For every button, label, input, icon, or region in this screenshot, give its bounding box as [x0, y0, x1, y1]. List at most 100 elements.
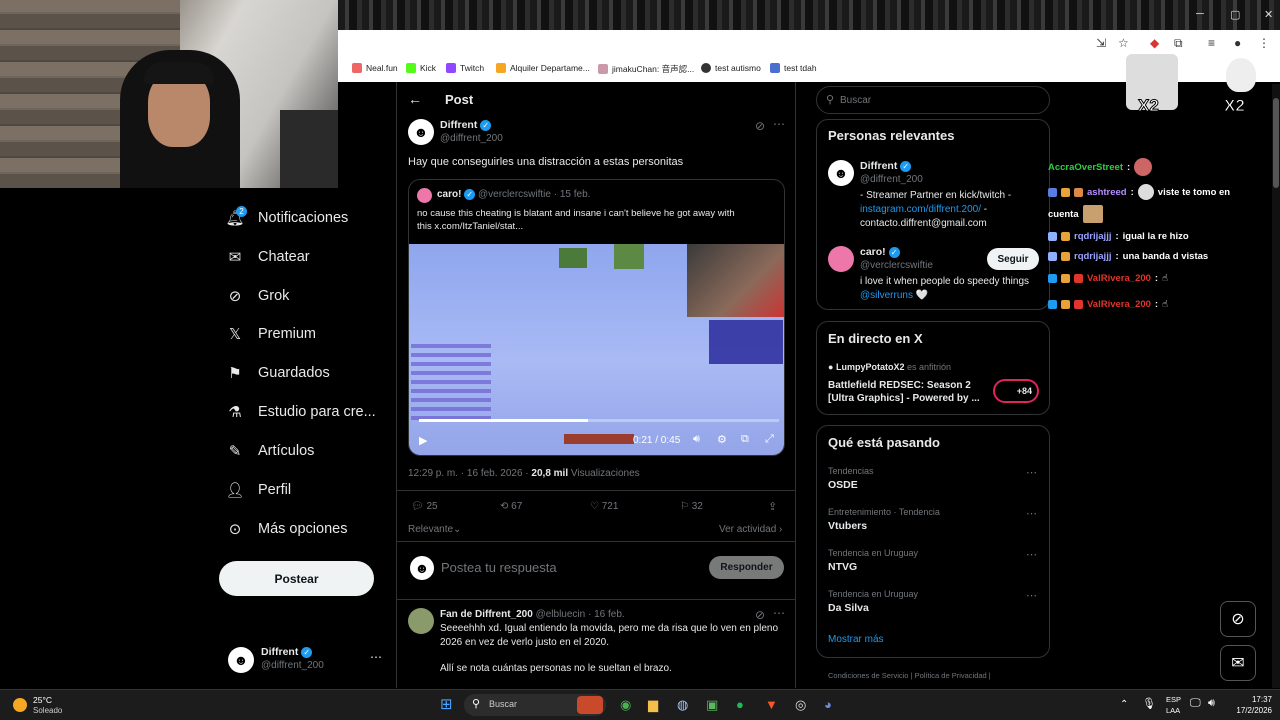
reply-button[interactable]: Responder [709, 556, 784, 579]
pip-icon[interactable]: ⧉ [741, 433, 749, 446]
video-progress[interactable] [419, 419, 779, 422]
follow-button[interactable]: Seguir [987, 248, 1039, 270]
post-author[interactable]: Diffrent [440, 119, 477, 131]
listeners-badge[interactable]: +84 [993, 379, 1039, 403]
bookmark-item[interactable]: test tdah [770, 63, 817, 73]
account-switcher[interactable]: ☻ Diffrent ✓ @diffrent_200 ⋯ [228, 646, 398, 676]
comment-author[interactable]: Fan de Diffrent_200 [440, 609, 533, 620]
avatar[interactable] [828, 246, 854, 272]
discord-icon[interactable]: ◕ [824, 697, 832, 712]
reply-input[interactable]: Postea tu respuesta [441, 560, 557, 575]
avatar[interactable]: ☻ [828, 160, 854, 186]
nav-creator-studio[interactable]: ⚗ Estudio para cre... [226, 400, 375, 424]
view-activity-link[interactable]: Ver actividad › [719, 524, 782, 535]
search-input[interactable]: ⚲ Buscar [816, 86, 1050, 114]
person-name[interactable]: caro! [860, 246, 886, 258]
mention-link[interactable]: @silverruns [860, 290, 913, 301]
messages-floating-button[interactable]: ✉ [1220, 645, 1256, 681]
folder-icon[interactable]: ▆ [648, 697, 658, 713]
weather-desc[interactable]: Soleado [33, 706, 62, 715]
trend-item[interactable]: Tendencia en Uruguay NTVG ⋯ [828, 548, 1040, 578]
avatar[interactable] [408, 608, 434, 634]
nav-premium[interactable]: 𝕏 Premium [226, 322, 316, 346]
more-icon[interactable]: ⋯ [1026, 589, 1037, 602]
post-button[interactable]: Postear [219, 561, 374, 596]
clock-time[interactable]: 17:37 [1232, 695, 1272, 704]
live-title[interactable]: Battlefield REDSEC: Season 2 [828, 380, 971, 391]
chrome-icon[interactable]: ◉ [620, 697, 631, 713]
video-player[interactable]: ▶ 0:21 / 0:45 🔊︎ ⚙ ⧉ ⤢ [409, 244, 784, 455]
menu-icon[interactable]: ⋮ [1258, 36, 1270, 50]
trend-item[interactable]: Tendencia en Uruguay Da Silva ⋯ [828, 589, 1040, 619]
nav-articles[interactable]: ✎ Artículos [226, 439, 315, 463]
more-icon[interactable]: ⋯ [370, 650, 382, 664]
close-icon[interactable]: ✕ [1264, 8, 1273, 21]
nav-grok[interactable]: ⊘ Grok [226, 284, 290, 308]
play-icon[interactable]: ▶ [419, 434, 427, 447]
media-icon[interactable]: ≡ [1208, 36, 1215, 50]
bookmark-item[interactable]: Neal.fun [352, 63, 398, 73]
scrollbar[interactable] [1272, 84, 1280, 688]
sort-dropdown[interactable]: Relevante⌄ [408, 524, 461, 535]
maximize-icon[interactable]: ▢ [1230, 8, 1240, 21]
bookmark-star-icon[interactable]: ☆ [1118, 36, 1129, 50]
post-handle[interactable]: @diffrent_200 [440, 133, 503, 144]
more-icon[interactable]: ⋯ [1026, 466, 1037, 479]
puzzle-icon[interactable]: ⧉ [1174, 36, 1183, 51]
volume-icon[interactable]: 🔊︎ [693, 433, 700, 446]
repost-action[interactable]: ⟲ 67 [500, 501, 522, 512]
grok-icon[interactable]: ⊘ [755, 608, 765, 622]
nav-more[interactable]: ⊙ Más opciones [226, 517, 348, 541]
install-icon[interactable]: ⇲ [1096, 36, 1106, 50]
trend-item[interactable]: Entretenimiento · Tendencia Vtubers ⋯ [828, 507, 1040, 537]
nav-chat[interactable]: ✉ Chatear [226, 245, 310, 269]
like-action[interactable]: ♡ 721 [590, 501, 618, 512]
more-icon[interactable]: ⋯ [1026, 507, 1037, 520]
live-title[interactable]: [Ultra Graphics] - Powered by ... [828, 393, 980, 404]
avatar[interactable]: ☻ [408, 119, 434, 145]
terms-link[interactable]: Condiciones de Servicio [828, 671, 908, 680]
minecraft-icon[interactable]: ▣ [706, 697, 718, 713]
reply-action[interactable]: 💬︎ 25 [411, 501, 438, 512]
bookmark-action[interactable]: ⚐ 32 [680, 501, 703, 512]
grok-floating-button[interactable]: ⊘ [1220, 601, 1256, 637]
live-host[interactable]: LumpyPotatoX2 [836, 362, 905, 372]
bookmark-item[interactable]: Twitch [446, 63, 484, 73]
keyboard-layout[interactable]: LAA [1166, 706, 1180, 715]
clock-date[interactable]: 17/2/2026 [1224, 706, 1272, 715]
obs-icon[interactable]: ◎ [795, 697, 806, 713]
spotify-icon[interactable]: ● [736, 697, 744, 712]
show-more-link[interactable]: Mostrar más [828, 634, 884, 645]
bookmark-item[interactable]: jimakuChan: 音声認... [598, 63, 694, 75]
chevron-up-icon[interactable]: ⌃ [1120, 699, 1128, 710]
bookmark-item[interactable]: test autismo [701, 63, 761, 73]
taskbar-search[interactable]: ⚲ Buscar [464, 694, 606, 716]
network-icon[interactable]: 🖵︎ [1190, 697, 1201, 710]
bookmark-item[interactable]: Kick [406, 63, 436, 73]
language-code[interactable]: ESP [1166, 695, 1181, 704]
more-icon[interactable]: ⋯ [1026, 548, 1037, 561]
quoted-post[interactable]: caro! ✓ @verclercswiftie · 15 feb. no ca… [408, 179, 785, 456]
bookmark-item[interactable]: Alquiler Departame... [496, 63, 590, 73]
brave-icon[interactable]: ▼ [765, 697, 778, 712]
more-icon[interactable]: ⋯ [773, 606, 785, 620]
trend-item[interactable]: Tendencias OSDE ⋯ [828, 466, 1040, 496]
back-arrow-icon[interactable]: ← [408, 91, 422, 107]
settings-icon[interactable]: ⚙ [717, 433, 727, 446]
nav-profile[interactable]: 👤︎ Perfil [225, 478, 291, 502]
nav-bookmarks[interactable]: ⚑ Guardados [226, 361, 329, 385]
more-icon[interactable]: ⋯ [773, 117, 785, 131]
extension-icon[interactable]: ◆ [1150, 36, 1159, 50]
weather-temp[interactable]: 25°C [33, 695, 52, 705]
grok-icon[interactable]: ⊘ [755, 119, 765, 133]
share-icon[interactable]: ⇪ [768, 500, 777, 513]
bio-link[interactable]: instagram.com/diffrent.200/ [860, 204, 981, 215]
microphone-icon[interactable]: 🎙︎ [1142, 697, 1156, 710]
privacy-link[interactable]: Política de Privacidad [915, 671, 987, 680]
volume-icon[interactable]: 🔊︎ [1208, 697, 1215, 710]
windows-start-icon[interactable]: ⊞ [440, 695, 453, 713]
steam-icon[interactable]: ◍ [677, 697, 688, 713]
profile-icon[interactable]: ● [1234, 36, 1241, 50]
fullscreen-icon[interactable]: ⤢ [765, 433, 774, 446]
person-name[interactable]: Diffrent [860, 160, 897, 172]
